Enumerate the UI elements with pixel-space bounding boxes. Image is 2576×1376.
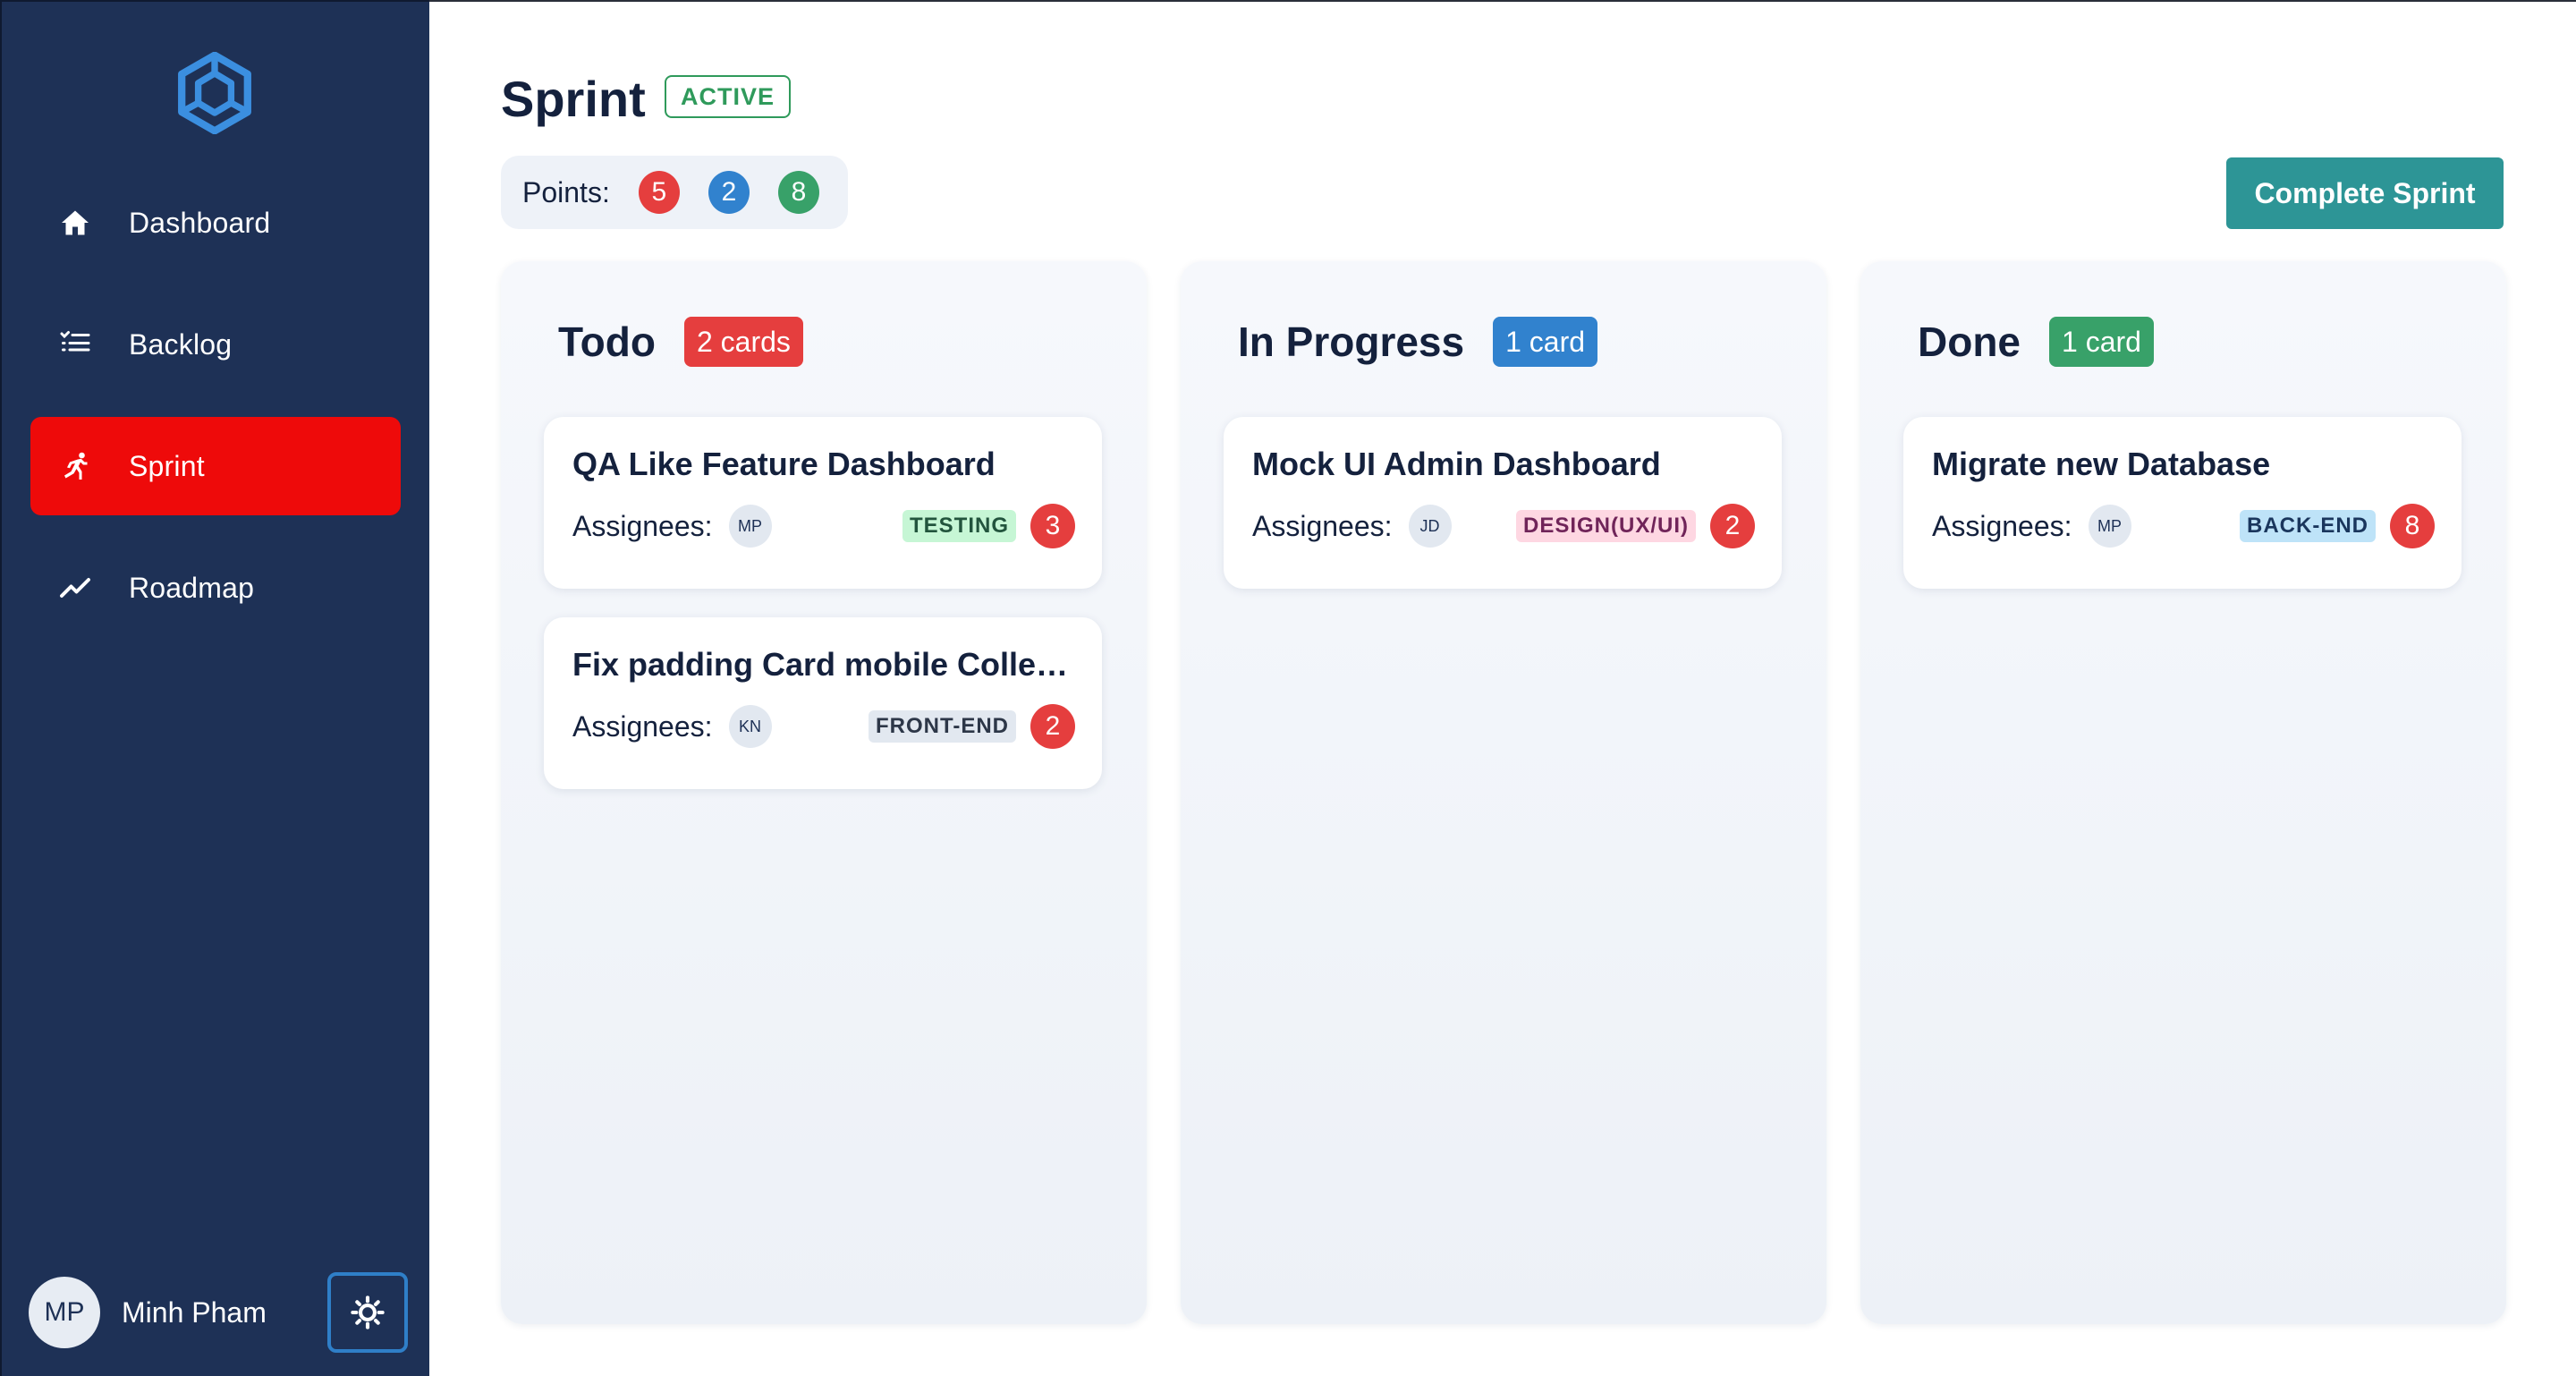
sidebar-item-dashboard[interactable]: Dashboard bbox=[30, 174, 401, 272]
sidebar-item-roadmap[interactable]: Roadmap bbox=[30, 539, 401, 637]
home-icon bbox=[57, 205, 93, 241]
column-header: In Progress 1 card bbox=[1238, 317, 1598, 367]
points-done-badge: 8 bbox=[777, 171, 820, 214]
trend-icon bbox=[57, 570, 93, 606]
assignees-label: Assignees: bbox=[572, 709, 713, 743]
main-content: Sprint ACTIVE Points: 5 2 8 Complete Spr… bbox=[429, 0, 2576, 1376]
assignee-avatar[interactable]: KN bbox=[728, 705, 772, 748]
column-title: Done bbox=[1918, 319, 2021, 365]
app-window: Dashboard Backlog Sprint Roadmap MP Minh… bbox=[0, 0, 2576, 1376]
category-tag: FRONT-END bbox=[869, 710, 1016, 743]
card-meta: Assignees: KN FRONT-END 2 bbox=[572, 703, 1075, 750]
user-profile: MP Minh Pham bbox=[29, 1272, 408, 1353]
column-title: In Progress bbox=[1238, 319, 1465, 365]
column-title: Todo bbox=[558, 319, 656, 365]
card-count-badge: 2 cards bbox=[683, 317, 803, 367]
assignees-label: Assignees: bbox=[1252, 509, 1393, 542]
sidebar-item-label: Dashboard bbox=[129, 206, 271, 239]
assignees-label: Assignees: bbox=[1932, 509, 2072, 542]
complete-sprint-button[interactable]: Complete Sprint bbox=[2226, 157, 2504, 229]
points-label: Points: bbox=[522, 175, 610, 208]
avatar[interactable]: MP bbox=[29, 1277, 100, 1348]
card-title: Migrate new Database bbox=[1932, 446, 2271, 482]
sidebar-item-label: Sprint bbox=[129, 449, 205, 482]
points-in-progress-badge: 2 bbox=[708, 171, 750, 214]
sidebar-nav: Dashboard Backlog Sprint Roadmap bbox=[30, 174, 401, 660]
points-todo-badge: 5 bbox=[638, 171, 680, 214]
category-tag: TESTING bbox=[902, 510, 1016, 542]
card-count-badge: 1 card bbox=[2049, 317, 2154, 367]
list-icon bbox=[57, 327, 93, 362]
sun-icon bbox=[351, 1295, 385, 1329]
assignee-avatar[interactable]: JD bbox=[1408, 505, 1452, 548]
column-done: Done 1 card Migrate new Database Assigne… bbox=[1860, 261, 2506, 1324]
card-title: Mock UI Admin Dashboard bbox=[1252, 446, 1661, 482]
assignee-avatar[interactable]: MP bbox=[728, 505, 772, 548]
task-card[interactable]: Migrate new Database Assignees: MP BACK-… bbox=[1903, 417, 2462, 589]
page-title: Sprint bbox=[501, 71, 646, 127]
sidebar-item-sprint[interactable]: Sprint bbox=[30, 417, 401, 515]
column-in-progress: In Progress 1 card Mock UI Admin Dashboa… bbox=[1181, 261, 1826, 1324]
sidebar-item-backlog[interactable]: Backlog bbox=[30, 295, 401, 394]
points-summary: Points: 5 2 8 bbox=[501, 156, 848, 229]
card-title: QA Like Feature Dashboard bbox=[572, 446, 996, 482]
running-icon bbox=[57, 448, 93, 484]
column-header: Done 1 card bbox=[1918, 317, 2154, 367]
card-meta: Assignees: JD DESIGN(UX/UI) 2 bbox=[1252, 503, 1755, 549]
card-count-badge: 1 card bbox=[1493, 317, 1598, 367]
assignees-label: Assignees: bbox=[572, 509, 713, 542]
user-name: Minh Pham bbox=[122, 1295, 267, 1329]
hexagon-cube-logo[interactable] bbox=[174, 52, 256, 134]
assignee-avatar[interactable]: MP bbox=[2088, 505, 2131, 548]
story-points-badge: 2 bbox=[1030, 704, 1075, 749]
column-header: Todo 2 cards bbox=[558, 317, 803, 367]
task-card[interactable]: QA Like Feature Dashboard Assignees: MP … bbox=[544, 417, 1102, 589]
sidebar-item-label: Backlog bbox=[129, 327, 233, 361]
story-points-badge: 2 bbox=[1710, 504, 1755, 548]
card-title: Fix padding Card mobile Collection bbox=[572, 646, 1082, 683]
story-points-badge: 8 bbox=[2390, 504, 2435, 548]
category-tag: DESIGN(UX/UI) bbox=[1515, 510, 1696, 542]
column-todo: Todo 2 cards QA Like Feature Dashboard A… bbox=[501, 261, 1147, 1324]
status-badge: ACTIVE bbox=[665, 75, 792, 118]
task-card[interactable]: Fix padding Card mobile Collection Assig… bbox=[544, 617, 1102, 789]
task-card[interactable]: Mock UI Admin Dashboard Assignees: JD DE… bbox=[1224, 417, 1782, 589]
sidebar-item-label: Roadmap bbox=[129, 571, 255, 604]
card-meta: Assignees: MP BACK-END 8 bbox=[1932, 503, 2435, 549]
category-tag: BACK-END bbox=[2240, 510, 2376, 542]
story-points-badge: 3 bbox=[1030, 504, 1075, 548]
theme-toggle-button[interactable] bbox=[327, 1272, 408, 1353]
card-meta: Assignees: MP TESTING 3 bbox=[572, 503, 1075, 549]
sidebar: Dashboard Backlog Sprint Roadmap MP Minh… bbox=[0, 0, 429, 1376]
